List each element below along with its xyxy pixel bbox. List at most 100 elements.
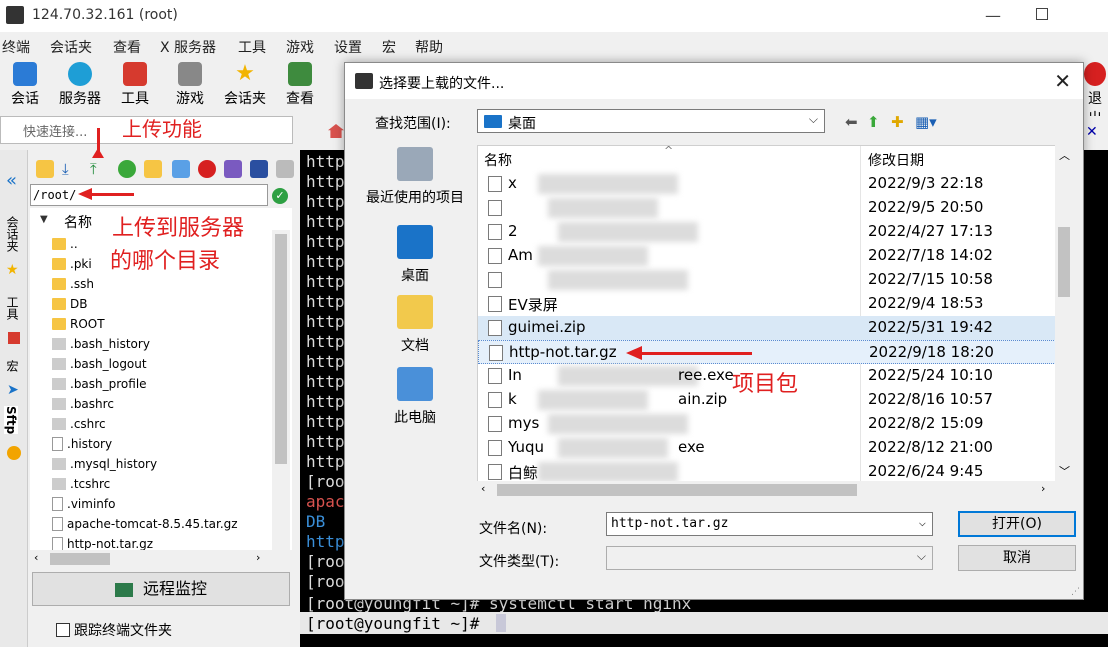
dialog-file-row[interactable]: 2 2022/4/27 17:13 bbox=[478, 220, 1056, 244]
sftp-file-row[interactable]: apache-tomcat-8.5.45.tar.gz bbox=[52, 514, 238, 534]
parent-folder-icon[interactable] bbox=[36, 160, 54, 178]
view-menu-icon[interactable]: ▦▾ bbox=[915, 113, 937, 131]
sftp-file-row[interactable]: DB bbox=[52, 294, 87, 314]
new-folder-icon[interactable]: ✚ bbox=[891, 113, 904, 131]
sftp-file-row[interactable]: .tcshrc bbox=[52, 474, 110, 494]
download-icon[interactable]: ⤓ bbox=[62, 160, 80, 178]
sftp-file-row[interactable]: .viminfo bbox=[52, 494, 115, 514]
sftp-file-row[interactable]: .bashrc bbox=[52, 394, 114, 414]
look-in-select[interactable]: 桌面 ⌵ bbox=[477, 109, 825, 133]
dialog-vertical-scrollbar[interactable]: ︿ ﹀ bbox=[1055, 145, 1073, 481]
cancel-button[interactable]: 取消 bbox=[958, 545, 1076, 571]
side-tab-macro[interactable]: 宏 bbox=[4, 360, 21, 372]
dialog-horizontal-scrollbar[interactable]: ‹ › bbox=[477, 481, 1057, 499]
side-tab-sftp[interactable]: Sftp bbox=[4, 406, 18, 435]
toolbar-servers-button[interactable]: 服务器 bbox=[53, 62, 107, 108]
session-icon bbox=[13, 62, 37, 86]
scroll-left-icon[interactable]: ‹ bbox=[34, 551, 38, 564]
dialog-file-row[interactable]: EV录屏 2022/9/4 18:53 bbox=[478, 292, 1056, 316]
scroll-left-icon[interactable]: ‹ bbox=[481, 482, 485, 495]
scroll-right-icon[interactable]: › bbox=[256, 551, 260, 564]
dialog-file-row[interactable]: 2022/7/15 10:58 bbox=[478, 268, 1056, 292]
chevron-down-icon[interactable]: ⌵ bbox=[919, 515, 926, 529]
properties-icon[interactable] bbox=[250, 160, 268, 178]
new-file-icon[interactable] bbox=[172, 160, 190, 178]
filetype-select[interactable]: ⌵ bbox=[606, 546, 933, 570]
dialog-file-row[interactable]: 2022/9/5 20:50 bbox=[478, 196, 1056, 220]
resize-grip-icon[interactable]: ⋰ bbox=[1071, 587, 1080, 597]
menu-help[interactable]: 帮助 bbox=[415, 37, 443, 57]
up-folder-icon[interactable]: ⬆ bbox=[867, 113, 880, 131]
rename-icon[interactable] bbox=[224, 160, 242, 178]
menu-view[interactable]: 查看 bbox=[113, 37, 141, 57]
follow-terminal-folder[interactable]: 跟踪终端文件夹 bbox=[56, 620, 172, 640]
sftp-file-row[interactable]: .pki bbox=[52, 254, 92, 274]
follow-checkbox[interactable] bbox=[56, 623, 70, 637]
dialog-file-date: 2022/9/18 18:20 bbox=[869, 343, 994, 361]
column-header-name[interactable]: 名称 bbox=[64, 212, 92, 232]
dialog-file-row[interactable]: guimei.zip 2022/5/31 19:42 bbox=[478, 316, 1056, 340]
sftp-file-row[interactable]: .mysql_history bbox=[52, 454, 157, 474]
sftp-horizontal-scrollbar[interactable]: ‹ › bbox=[30, 550, 292, 568]
place-desktop[interactable]: 桌面 bbox=[355, 225, 475, 285]
sftp-file-row[interactable]: .. bbox=[52, 234, 78, 254]
remote-monitor-button[interactable]: 远程监控 bbox=[32, 572, 290, 606]
sftp-path-input[interactable]: /root/ bbox=[30, 184, 268, 206]
home-tab-icon[interactable] bbox=[328, 124, 344, 138]
place-documents[interactable]: 文档 bbox=[355, 295, 475, 355]
menu-games[interactable]: 游戏 bbox=[286, 37, 314, 57]
column-header-name[interactable]: 名称 bbox=[484, 146, 512, 170]
dialog-file-row[interactable]: http-not.tar.gz 2022/9/18 18:20 bbox=[478, 340, 1056, 364]
menu-xserver[interactable]: X 服务器 bbox=[160, 37, 216, 57]
sftp-file-row[interactable]: ROOT bbox=[52, 314, 105, 334]
more-icon[interactable] bbox=[276, 160, 294, 178]
path-confirm-icon[interactable]: ✓ bbox=[272, 188, 288, 204]
toolbar-session-button[interactable]: 会话 bbox=[0, 62, 52, 108]
toolbar-games-button[interactable]: 游戏 bbox=[163, 62, 217, 108]
sftp-vertical-scrollbar[interactable] bbox=[272, 230, 290, 550]
sftp-file-row[interactable]: .bash_profile bbox=[52, 374, 147, 394]
dialog-file-name: EV录屏 bbox=[508, 296, 558, 314]
dialog-file-row[interactable]: Am 2022/7/18 14:02 bbox=[478, 244, 1056, 268]
terminal-line: http bbox=[306, 532, 345, 551]
place-this-pc[interactable]: 此电脑 bbox=[355, 367, 475, 427]
back-icon[interactable]: ⬅ bbox=[845, 113, 858, 131]
sftp-file-row[interactable]: .cshrc bbox=[52, 414, 106, 434]
menu-settings[interactable]: 设置 bbox=[334, 37, 362, 57]
scroll-down-icon[interactable]: ﹀ bbox=[1059, 463, 1070, 479]
dialog-file-row[interactable]: Yuqu 2022/8/12 21:00 exe bbox=[478, 436, 1056, 460]
file-icon bbox=[488, 224, 502, 240]
toolbar-favorites-button[interactable]: ★ 会话夹 bbox=[218, 62, 272, 108]
dialog-file-name: 2 bbox=[508, 222, 518, 240]
sftp-file-row[interactable]: .bash_history bbox=[52, 334, 150, 354]
filename-input[interactable]: http-not.tar.gz ⌵ bbox=[606, 512, 933, 536]
open-button[interactable]: 打开(O) bbox=[958, 511, 1076, 537]
toolbar-view-button[interactable]: 查看 bbox=[273, 62, 327, 108]
menu-tools[interactable]: 工具 bbox=[238, 37, 266, 57]
side-tab-sessions[interactable]: 会话夹 bbox=[4, 216, 21, 252]
menu-macro[interactable]: 宏 bbox=[382, 37, 396, 57]
sftp-file-row[interactable]: .bash_logout bbox=[52, 354, 147, 374]
upload-icon[interactable]: ⤒ bbox=[90, 160, 108, 178]
place-recent[interactable]: 最近使用的项目 bbox=[355, 147, 475, 207]
dialog-file-row[interactable]: x 2022/9/3 22:18 bbox=[478, 172, 1056, 196]
collapse-icon[interactable]: « bbox=[6, 170, 17, 191]
sftp-file-row[interactable]: .history bbox=[52, 434, 112, 454]
menu-session-folder[interactable]: 会话夹 bbox=[50, 37, 92, 57]
new-folder-icon[interactable] bbox=[144, 160, 162, 178]
refresh-icon[interactable] bbox=[118, 160, 136, 178]
redacted-region bbox=[548, 414, 688, 434]
delete-icon[interactable] bbox=[198, 160, 216, 178]
scroll-up-icon[interactable]: ︿ bbox=[1059, 147, 1070, 163]
maximize-button[interactable] bbox=[1036, 8, 1048, 20]
scroll-right-icon[interactable]: › bbox=[1041, 482, 1045, 495]
dialog-close-icon[interactable]: ✕ bbox=[1054, 69, 1071, 93]
menu-terminal[interactable]: 终端 bbox=[2, 37, 30, 57]
toolbar-tools-button[interactable]: 工具 bbox=[108, 62, 162, 108]
minimize-button[interactable]: — bbox=[985, 6, 1001, 25]
sftp-file-row[interactable]: .ssh bbox=[52, 274, 94, 294]
side-tab-tools[interactable]: 工具 bbox=[4, 296, 21, 320]
dialog-file-row[interactable]: mys 2022/8/2 15:09 bbox=[478, 412, 1056, 436]
close-panel-icon[interactable]: ✕ bbox=[1086, 124, 1098, 140]
column-header-date[interactable]: 修改日期 bbox=[868, 146, 924, 170]
